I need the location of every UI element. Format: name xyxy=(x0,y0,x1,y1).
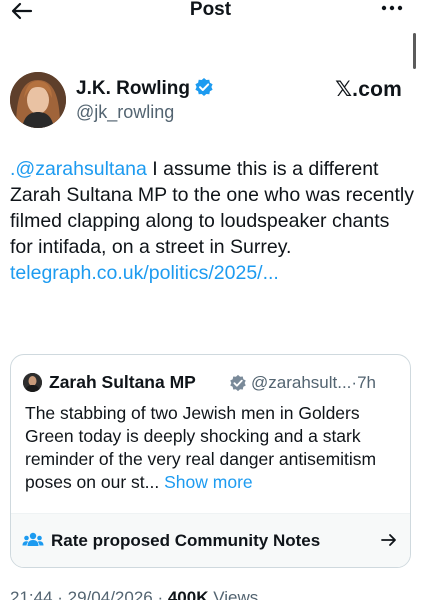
x-logo: 𝕏.com xyxy=(335,78,402,101)
scrollbar-thumb[interactable] xyxy=(413,33,416,69)
avatar[interactable] xyxy=(10,72,66,128)
views-count: 400K xyxy=(167,588,209,600)
author-handle[interactable]: @jk_rowling xyxy=(76,102,174,123)
community-notes-row[interactable]: Rate proposed Community Notes xyxy=(11,513,410,567)
people-icon xyxy=(22,532,44,546)
community-notes-label: Rate proposed Community Notes xyxy=(51,531,321,550)
mention-link[interactable]: .@zarahsultana xyxy=(10,158,147,180)
quoted-post[interactable]: Zarah Sultana MP @zarahsult...·7h The st… xyxy=(10,354,411,568)
quoted-author-name: Zarah Sultana MP xyxy=(49,372,196,392)
quoted-post-header: Zarah Sultana MP @zarahsult...·7h xyxy=(23,371,403,395)
timestamp[interactable]: 21:44 · 29/04/2026 · xyxy=(10,588,168,600)
author-name[interactable]: J.K. Rowling xyxy=(76,77,214,100)
arrow-right-icon xyxy=(381,534,396,546)
page-title: Post xyxy=(189,0,232,20)
post-author: J.K. Rowling @jk_rowling 𝕏.com xyxy=(10,72,410,132)
quoted-post-text: The stabbing of two Jewish men in Golder… xyxy=(25,403,377,492)
verified-badge-icon xyxy=(195,78,213,96)
article-link[interactable]: telegraph.co.uk/politics/2025/... xyxy=(10,262,279,284)
views-label: Views xyxy=(208,588,259,600)
verified-badge-icon xyxy=(230,374,246,392)
quoted-author-meta: @zarahsult...·7h xyxy=(251,373,376,392)
show-more-link[interactable]: Show more xyxy=(164,472,253,492)
top-bar: Post xyxy=(0,0,421,24)
more-horizontal-icon[interactable] xyxy=(379,0,405,18)
quoted-avatar xyxy=(23,373,42,392)
post-metadata: 21:44 · 29/04/2026 · 400K Views xyxy=(10,588,258,600)
post-body: .@zarahsultana I assume this is a differ… xyxy=(10,156,414,286)
